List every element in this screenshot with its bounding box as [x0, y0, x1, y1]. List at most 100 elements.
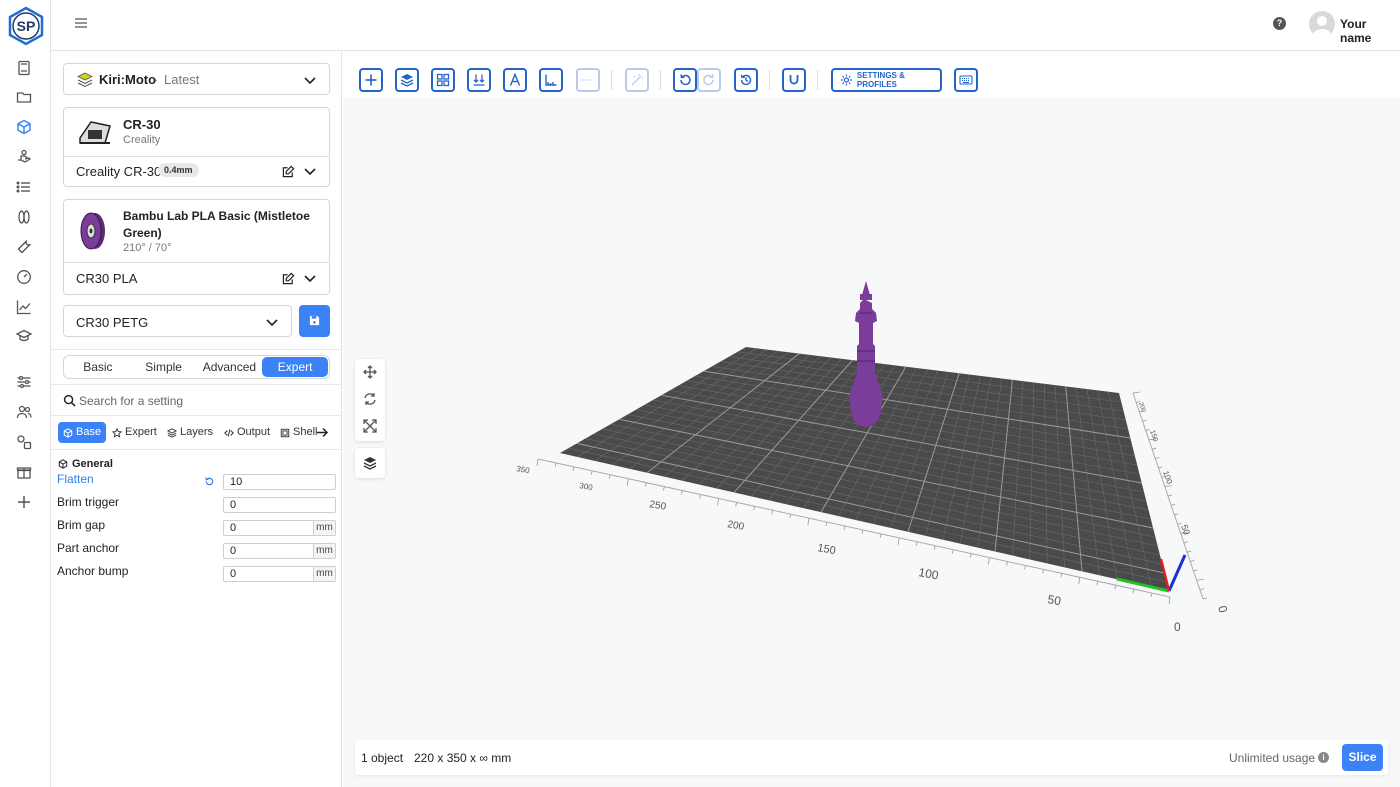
scale-icon[interactable] [363, 419, 377, 433]
filament-profile[interactable]: CR30 PLA [76, 271, 137, 286]
tab-expert[interactable]: Expert [107, 422, 162, 443]
part-anchor-input[interactable]: 0 mm [223, 543, 336, 559]
text-button[interactable] [503, 68, 527, 92]
save-profile-button[interactable] [299, 305, 330, 337]
printer-profile[interactable]: Creality CR-30 [76, 164, 161, 179]
engine-version: Latest [164, 72, 200, 87]
split-button[interactable] [576, 68, 600, 92]
setting-label-flatten: Flatten [57, 472, 94, 486]
users-icon[interactable] [15, 403, 33, 421]
star-icon [112, 427, 122, 438]
3d-viewport[interactable]: 50 100 150 200 250 300 350 0 0 50 100 15… [343, 51, 1400, 787]
tab-layers[interactable]: Layers [162, 422, 218, 443]
chevron-down-icon[interactable] [304, 275, 316, 283]
add-object-button[interactable] [359, 68, 383, 92]
tab-output[interactable]: Output [219, 422, 275, 443]
axis-origin-label: 0 [1174, 620, 1181, 634]
ruler-tick [969, 553, 972, 558]
list-icon[interactable] [15, 178, 33, 196]
rotate-icon[interactable] [363, 392, 377, 406]
search-icon [63, 394, 76, 407]
gauge-icon[interactable] [15, 268, 33, 286]
anchor-bump-input[interactable]: 0 mm [223, 566, 336, 582]
gear-icon [840, 74, 852, 86]
slice-button[interactable]: Slice [1342, 744, 1383, 771]
layer-view-tool[interactable] [355, 448, 385, 478]
wrench-icon[interactable] [15, 238, 33, 256]
setting-label-anchor-bump: Anchor bump [57, 564, 129, 578]
ruler-tick [933, 545, 936, 550]
reset-icon[interactable] [204, 476, 215, 487]
redo-icon [703, 74, 714, 86]
redo-button[interactable] [697, 68, 721, 92]
ruler-tick [1158, 466, 1163, 469]
3d-model[interactable] [849, 281, 883, 427]
brim-gap-input[interactable]: 0 mm [223, 520, 336, 536]
folder-icon[interactable] [15, 88, 33, 106]
layers-stack-icon [77, 72, 93, 88]
mode-basic[interactable]: Basic [65, 357, 131, 377]
chevron-down-icon[interactable] [304, 168, 316, 176]
hamburger-icon[interactable] [73, 16, 89, 30]
filament-title: Bambu Lab PLA Basic (Mistletoe Green) [123, 209, 310, 240]
engine-selector[interactable]: Kiri:Moto · Latest [63, 63, 330, 95]
auto-fix-button[interactable] [625, 68, 649, 92]
ruler-tick [1177, 522, 1182, 525]
chart-icon[interactable] [15, 298, 33, 316]
ruler-tick [1190, 560, 1195, 562]
keyboard-shortcuts-button[interactable] [954, 68, 978, 92]
flatten-input[interactable]: 10 [223, 474, 336, 490]
divider [64, 156, 329, 157]
mode-expert[interactable]: Expert [262, 357, 328, 377]
history-button[interactable] [734, 68, 758, 92]
object-count: 1 object [361, 751, 404, 765]
setting-label-brim-gap: Brim gap [57, 518, 106, 532]
arrange-button[interactable] [431, 68, 455, 92]
ruler-tick [1132, 391, 1141, 394]
layers-button[interactable] [395, 68, 419, 92]
app-logo[interactable]: SP [6, 6, 46, 46]
build-dimensions: 220 x 350 x ∞ mm [414, 751, 512, 765]
unit-label: mm [313, 544, 335, 558]
hand-icon[interactable] [15, 148, 33, 166]
info-icon[interactable]: i [1318, 752, 1329, 763]
book-icon[interactable] [15, 59, 33, 77]
cube-icon[interactable] [15, 118, 33, 136]
ruler-tick [1150, 592, 1153, 598]
magnet-button[interactable] [782, 68, 806, 92]
chevron-down-icon[interactable] [304, 77, 316, 85]
tab-base[interactable]: Base [58, 422, 107, 443]
mode-advanced[interactable]: Advanced [197, 357, 263, 377]
sliders-icon[interactable] [15, 373, 33, 391]
move-icon[interactable] [363, 365, 377, 379]
ruler-tick [1202, 597, 1208, 600]
ruler-tick [1168, 596, 1171, 605]
group-label: General [72, 458, 113, 470]
gift-icon[interactable] [15, 463, 33, 481]
graduation-cap-icon[interactable] [15, 327, 33, 345]
brim-trigger-input[interactable]: 0 [223, 497, 336, 513]
undo-button[interactable] [673, 68, 697, 92]
avatar[interactable] [1309, 11, 1335, 37]
mode-simple[interactable]: Simple [131, 357, 197, 377]
ruler-tick [1186, 550, 1192, 553]
arrow-right-icon[interactable] [316, 427, 329, 438]
spool-icon[interactable] [15, 208, 33, 226]
edit-icon[interactable] [282, 272, 295, 285]
username[interactable]: Your name [1340, 17, 1400, 45]
filament-card: Bambu Lab PLA Basic (Mistletoe Green) 21… [63, 199, 330, 295]
plus-icon[interactable] [15, 493, 33, 511]
ruler-tick [1078, 577, 1081, 585]
field-value: 0 [230, 568, 237, 580]
drop-to-bed-button[interactable] [467, 68, 491, 92]
shapes-icon[interactable] [15, 433, 33, 451]
measure-button[interactable] [539, 68, 563, 92]
search-input[interactable] [79, 391, 319, 411]
settings-profiles-button[interactable]: SETTINGS & PROFILES [831, 68, 942, 92]
process-profile-select[interactable]: CR30 PETG [63, 305, 292, 337]
help-icon[interactable]: ? [1273, 17, 1286, 30]
field-value: 10 [230, 476, 243, 488]
edit-icon[interactable] [282, 165, 295, 178]
toolbar-divider [611, 70, 612, 90]
toolbar-divider [769, 70, 770, 90]
